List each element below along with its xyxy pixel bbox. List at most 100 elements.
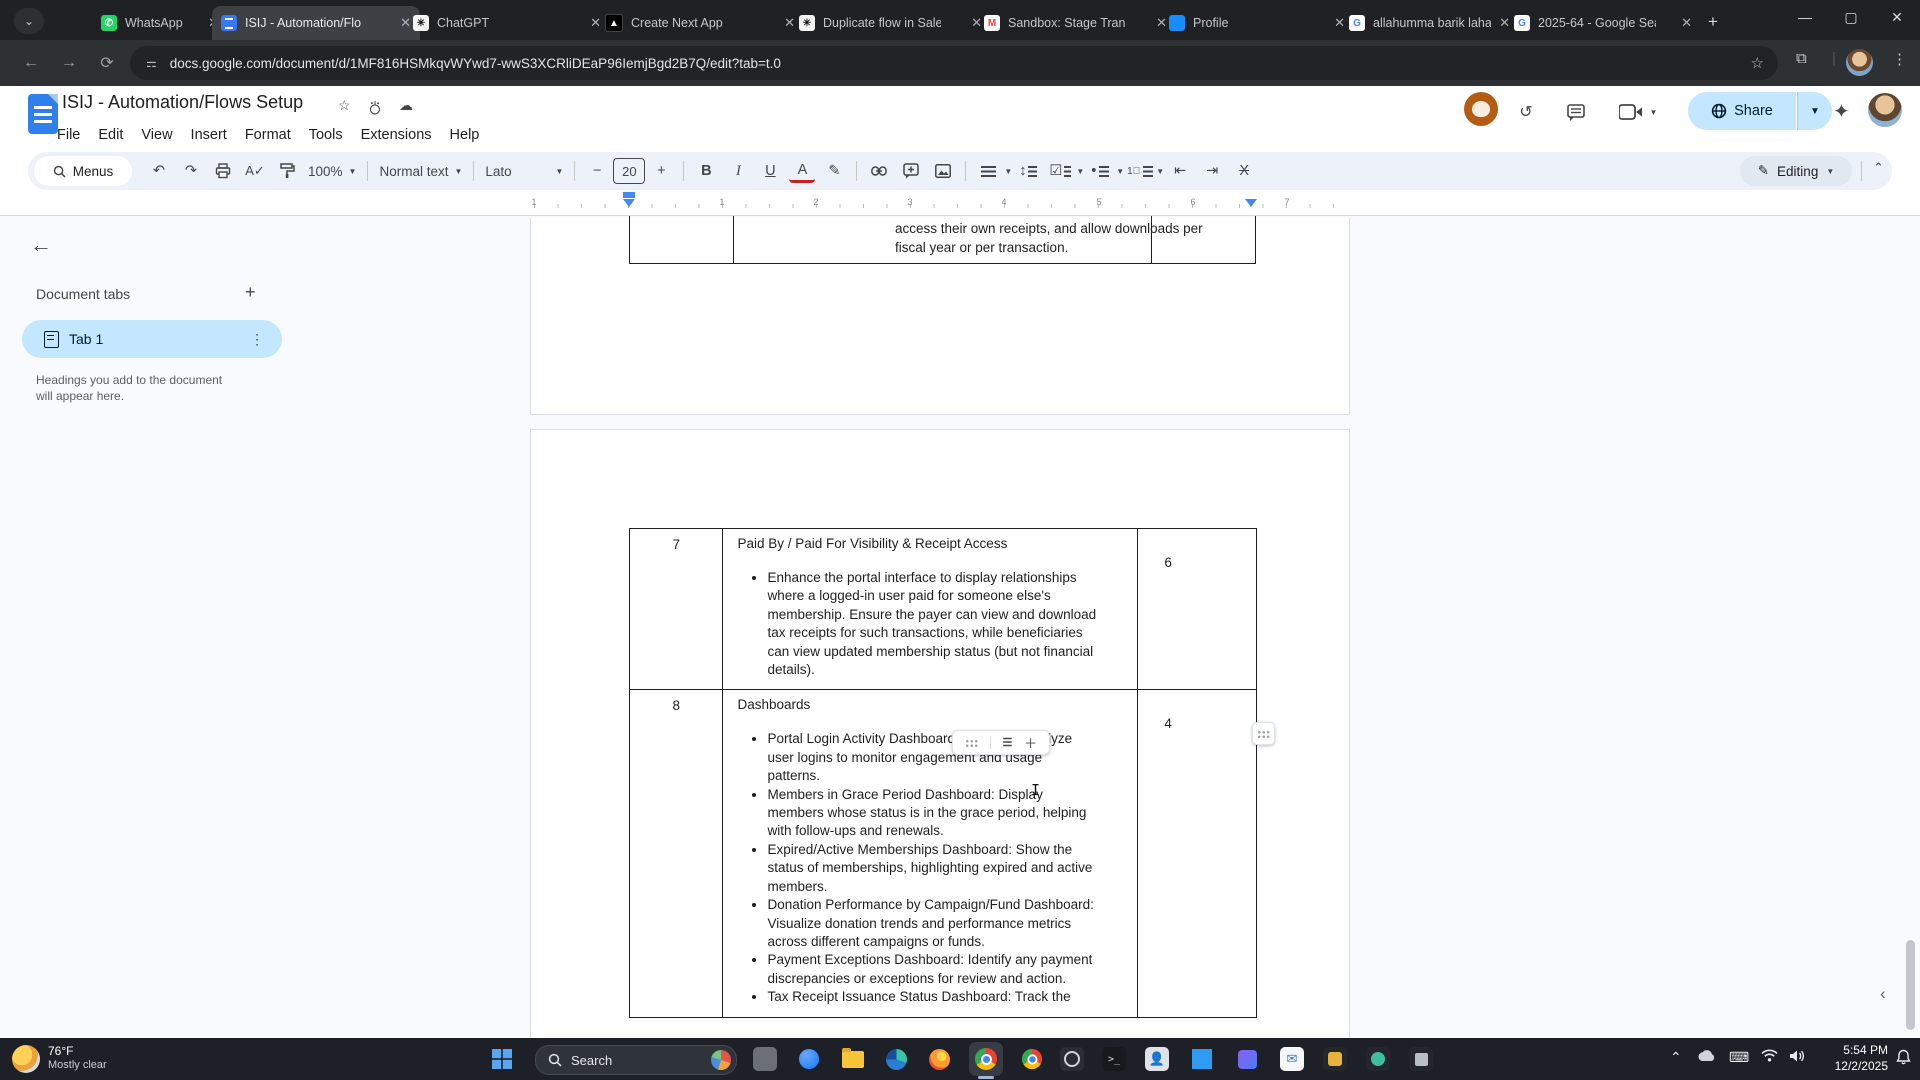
bullet-item[interactable]: Portal Login Activity Dashboard: Track a… — [767, 730, 1125, 785]
clear-formatting-icon[interactable]: X — [1231, 158, 1257, 184]
column-drag-handle[interactable] — [1252, 722, 1275, 745]
paint-format-icon[interactable] — [274, 158, 300, 184]
show-side-panel-chevron-icon[interactable]: ‹ — [1880, 984, 1886, 1004]
numbered-list-dropdown-arrow[interactable]: ▼ — [1156, 167, 1164, 176]
checklist-icon[interactable]: ☑ — [1047, 158, 1073, 184]
menu-edit[interactable]: Edit — [89, 124, 132, 146]
row-estimate-cell[interactable]: 6 — [1137, 527, 1257, 691]
table-continuation[interactable]: access their own receipts, and allow dow… — [629, 216, 1256, 264]
bulleted-list-icon[interactable]: • — [1087, 158, 1113, 184]
spellcheck-icon[interactable]: A✓ — [242, 158, 268, 184]
tray-chevron-up-icon[interactable]: ⌃ — [1670, 1049, 1682, 1066]
paragraph-style-select[interactable]: Normal text ▼ — [374, 164, 467, 179]
browser-menu-kebab-icon[interactable]: ⋮ — [1892, 50, 1907, 68]
text-color-icon[interactable]: A — [789, 160, 816, 183]
meet-video-call-icon[interactable]: ▼ — [1612, 92, 1664, 132]
table-align-icon[interactable]: ☰ — [1002, 736, 1012, 749]
collaborator-avatar[interactable] — [1464, 92, 1498, 126]
menu-extensions[interactable]: Extensions — [352, 124, 441, 146]
document-title[interactable]: ISIJ - Automation/Flows Setup — [62, 92, 303, 113]
menu-file[interactable]: File — [48, 124, 89, 146]
browser-profile-avatar[interactable] — [1846, 49, 1873, 76]
bold-icon[interactable]: B — [693, 158, 719, 184]
menus-search-button[interactable]: Menus — [34, 156, 132, 186]
right-indent-marker[interactable] — [1245, 199, 1257, 207]
weather-icon[interactable] — [12, 1045, 40, 1073]
firefox-icon[interactable] — [927, 1047, 951, 1071]
increase-indent-icon[interactable]: ⇥ — [1199, 158, 1225, 184]
increase-font-size-button[interactable]: + — [648, 158, 674, 184]
window-minimize-button[interactable]: — — [1782, 0, 1828, 34]
tab-profile[interactable]: Profile ✕ — [1160, 6, 1354, 40]
doc-page-1[interactable]: access their own receipts, and allow dow… — [530, 216, 1350, 415]
back-icon[interactable]: ← — [18, 51, 44, 75]
extensions-icon[interactable]: ⧉ — [1796, 50, 1807, 67]
line-spacing-icon[interactable]: ↕ — [1015, 158, 1041, 184]
site-settings-icon[interactable]: ⚎ — [146, 56, 158, 70]
bullet-item[interactable]: Members in Grace Period Dashboard: Displ… — [767, 786, 1125, 841]
touch-keyboard-icon[interactable]: ⌨ — [1729, 1049, 1749, 1066]
tab-isij-docs[interactable]: ISIJ - Automation/Flo ✕ — [212, 6, 420, 40]
tab-search-chevron-icon[interactable]: ⌄ — [14, 8, 44, 34]
terminal-icon[interactable]: >_ — [1102, 1047, 1126, 1071]
row-body-cell[interactable]: Paid By / Paid For Visibility & Receipt … — [722, 527, 1139, 691]
bullet-item[interactable]: Tax Receipt Issuance Status Dashboard: T… — [767, 988, 1125, 1006]
page-url[interactable]: docs.google.com/document/d/1MF816HSMkqvW… — [170, 56, 781, 71]
row-number-cell[interactable]: 8 — [628, 689, 724, 1018]
new-tab-button[interactable]: + — [1698, 8, 1728, 36]
address-bar[interactable]: ⚎ docs.google.com/document/d/1MF816HSMkq… — [130, 46, 1778, 80]
align-dropdown-arrow[interactable]: ▼ — [1004, 167, 1012, 176]
tab-chatgpt[interactable]: ✳ ChatGPT ✕ — [404, 6, 610, 40]
hide-menus-chevron-icon[interactable]: ⌃ — [1873, 160, 1884, 176]
file-explorer-icon[interactable] — [841, 1047, 865, 1071]
font-size-input[interactable]: 20 — [613, 158, 646, 184]
bullet-item[interactable]: Expired/Active Memberships Dashboard: Sh… — [767, 841, 1125, 896]
chrome-icon[interactable] — [974, 1047, 998, 1071]
decrease-indent-icon[interactable]: ⇤ — [1167, 158, 1193, 184]
table-floating-toolbar[interactable]: ☰ ＋ — [952, 730, 1050, 755]
undo-icon[interactable]: ↶ — [146, 158, 172, 184]
close-outline-back-arrow[interactable]: ← — [30, 232, 52, 258]
menu-format[interactable]: Format — [236, 124, 300, 146]
bullet-item[interactable]: Enhance the portal interface to display … — [767, 569, 1125, 679]
insert-link-icon[interactable] — [866, 158, 892, 184]
doc-page-2[interactable]: 7 Paid By / Paid For Visibility & Receip… — [530, 429, 1350, 1038]
tab-gmail-sandbox[interactable]: M Sandbox: Stage Trans ✕ — [975, 6, 1176, 40]
tab-google-search-2[interactable]: G 2025-64 - Google Sea ✕ — [1505, 6, 1701, 40]
table-cell-text[interactable]: access their own receipts, and allow dow… — [895, 220, 1225, 257]
underline-icon[interactable]: U — [757, 158, 783, 184]
snipping-tool-icon[interactable] — [753, 1047, 777, 1071]
share-dropdown-arrow[interactable]: ▼ — [1797, 92, 1832, 130]
tab-whatsapp[interactable]: ✆ WhatsApp ✕ — [92, 6, 228, 40]
taskbar-search-box[interactable]: Search — [535, 1045, 737, 1075]
onedrive-icon[interactable] — [1697, 1049, 1716, 1065]
tab-duplicate-flow[interactable]: ✳ Duplicate flow in Sale ✕ — [790, 6, 991, 40]
bullet-item[interactable]: Donation Performance by Campaign/Fund Da… — [767, 896, 1125, 951]
redo-icon[interactable]: ↷ — [178, 158, 204, 184]
pinned-app-icon[interactable] — [1323, 1047, 1347, 1071]
search-highlights-icon[interactable] — [711, 1050, 731, 1070]
align-left-icon[interactable] — [975, 158, 1001, 184]
left-indent-marker[interactable] — [623, 199, 635, 207]
bullet-item[interactable]: Payment Exceptions Dashboard: Identify a… — [767, 951, 1125, 988]
document-tab-item[interactable]: Tab 1 ⋮ — [22, 320, 282, 358]
forward-icon[interactable]: → — [56, 51, 82, 75]
add-comment-icon[interactable] — [898, 158, 924, 184]
star-document-icon[interactable]: ☆ — [338, 97, 351, 114]
editing-mode-select[interactable]: ✎ Editing ▼ — [1740, 156, 1852, 186]
row-body-cell[interactable]: Dashboards Portal Login Activity Dashboa… — [722, 689, 1139, 1018]
row-number-cell[interactable]: 7 — [628, 527, 724, 691]
row-estimate-cell[interactable]: 4 — [1137, 689, 1257, 1018]
bulleted-list-dropdown-arrow[interactable]: ▼ — [1116, 167, 1124, 176]
menu-help[interactable]: Help — [441, 124, 489, 146]
media-player-icon[interactable] — [1235, 1047, 1259, 1071]
gemini-icon[interactable]: ✦ — [1833, 99, 1850, 124]
tab-options-kebab-icon[interactable]: ⋮ — [250, 331, 264, 348]
menu-tools[interactable]: Tools — [300, 124, 352, 146]
window-close-button[interactable]: ✕ — [1874, 0, 1920, 34]
taskbar-clock[interactable]: 5:54 PM 12/2/2025 — [1812, 1042, 1888, 1074]
font-family-select[interactable]: Lato ▼ — [480, 164, 568, 179]
comment-icon[interactable] — [1556, 92, 1596, 132]
bookmark-star-icon[interactable]: ☆ — [1751, 54, 1764, 72]
table-add-icon[interactable]: ＋ — [1024, 733, 1037, 752]
